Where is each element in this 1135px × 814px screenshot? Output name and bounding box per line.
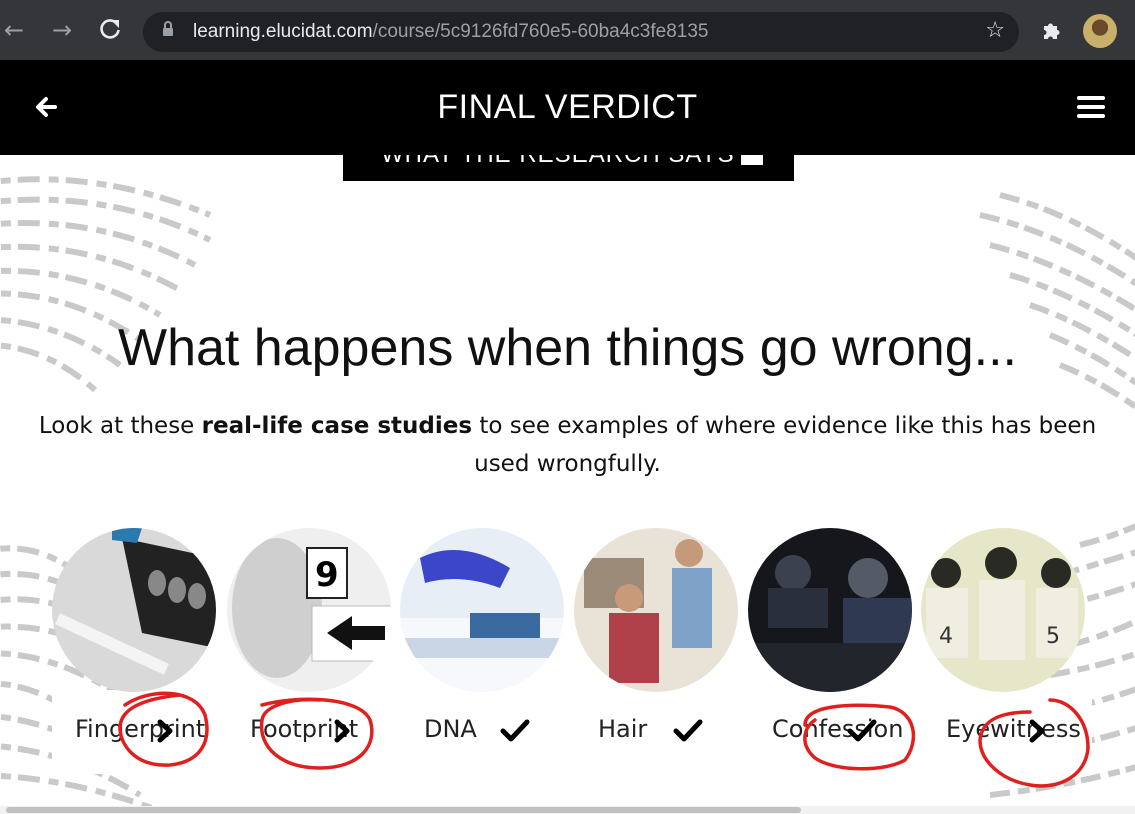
checkmark-icon [500, 719, 530, 742]
chevron-right-icon[interactable] [327, 718, 357, 744]
browser-back-icon[interactable]: ← [0, 16, 28, 44]
svg-text:9: 9 [315, 555, 339, 595]
content-area: WHAT THE RESEARCH SAYS What happens when… [0, 155, 1135, 810]
horizontal-scrollbar[interactable] [0, 806, 1135, 814]
case-label-hair[interactable]: Hair [598, 715, 647, 743]
section-description: Look at these real-life case studies to … [38, 413, 1097, 477]
reload-icon[interactable] [96, 16, 124, 44]
case-image-hair[interactable] [574, 528, 738, 692]
case-image-eyewitness[interactable]: 4 5 [921, 528, 1085, 692]
case-image-fingerprint[interactable] [52, 528, 216, 692]
browser-toolbar: ← → learning.elucidat.com/course/5c9126f… [0, 0, 1135, 60]
svg-text:4: 4 [939, 624, 953, 649]
case-label-fingerprint[interactable]: Fingerprint [75, 715, 205, 743]
section-heading: What happens when things go wrong... [117, 319, 1017, 377]
case-image-confession[interactable] [748, 528, 912, 692]
bookmark-star-icon[interactable]: ☆ [985, 18, 1005, 43]
lock-icon [163, 21, 173, 37]
svg-text:5: 5 [1046, 624, 1060, 649]
checkmark-icon [673, 719, 703, 742]
case-label-panel [52, 690, 1092, 774]
profile-avatar[interactable] [1083, 14, 1117, 48]
browser-forward-icon[interactable]: → [48, 16, 76, 44]
case-image-footprint[interactable]: 9 [227, 528, 391, 692]
section-tab-icon [741, 155, 763, 165]
case-image-dna[interactable] [400, 528, 564, 692]
checkmark-icon [847, 719, 877, 742]
case-label-confession[interactable]: Confession [772, 715, 903, 743]
section-tab[interactable]: WHAT THE RESEARCH SAYS [343, 155, 794, 181]
chevron-right-icon[interactable] [1022, 718, 1052, 744]
chevron-right-icon[interactable] [150, 718, 180, 744]
url-text: learning.elucidat.com/course/5c9126fd760… [193, 21, 709, 42]
scrollbar-thumb[interactable] [6, 807, 801, 813]
page-title: FINAL VERDICT [437, 88, 698, 126]
address-bar[interactable]: learning.elucidat.com/course/5c9126fd760… [143, 12, 1019, 52]
extensions-puzzle-icon[interactable] [1040, 18, 1064, 42]
course-header: FINAL VERDICT [0, 60, 1135, 155]
case-label-eyewitness[interactable]: Eyewitness [946, 715, 1081, 743]
hamburger-menu-icon[interactable] [1077, 96, 1105, 118]
case-label-dna[interactable]: DNA [424, 715, 477, 743]
